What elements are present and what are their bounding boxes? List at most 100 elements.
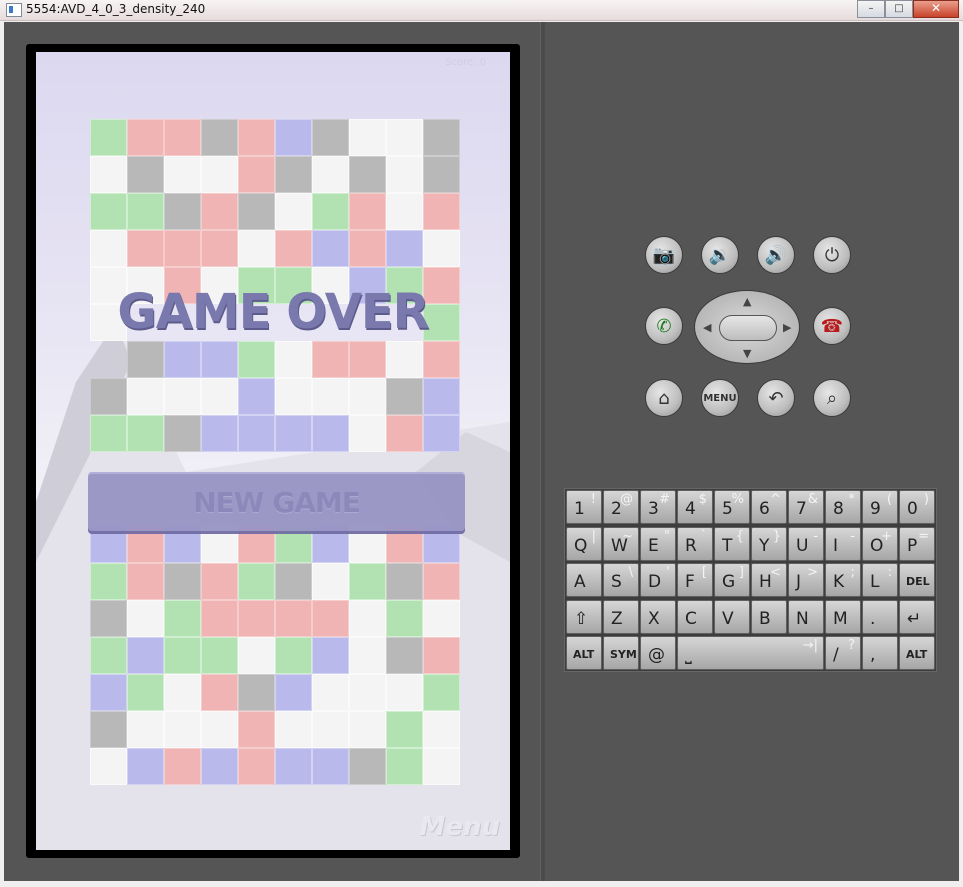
key-space[interactable]: ⎵ →| — [677, 636, 824, 670]
key-row3-6[interactable]: J > — [788, 563, 824, 597]
tile[interactable] — [423, 230, 460, 267]
tile[interactable] — [423, 637, 460, 674]
tile[interactable] — [164, 341, 201, 378]
key-row4-7[interactable]: M — [825, 599, 861, 634]
tile[interactable] — [201, 600, 238, 637]
end-call-button[interactable]: ☎ — [813, 307, 851, 345]
tile[interactable] — [90, 748, 127, 785]
key-row4-9[interactable]: ↵ — [899, 599, 935, 634]
volume-up-button[interactable]: 🔊 — [757, 236, 795, 274]
key-row4-8[interactable]: . — [862, 599, 898, 634]
tile[interactable] — [275, 193, 312, 230]
key-row2-7[interactable]: I- — [825, 526, 861, 561]
tile[interactable] — [312, 748, 349, 785]
tile[interactable] — [164, 711, 201, 748]
dpad-left-icon[interactable]: ◀ — [703, 321, 711, 334]
tile[interactable] — [275, 600, 312, 637]
tile[interactable] — [238, 711, 275, 748]
device-screen[interactable]: Score: 0 GAME OVER NEW GAME Menu — [36, 52, 510, 850]
key-row1-3[interactable]: 4 $ — [677, 490, 713, 524]
tile[interactable] — [275, 711, 312, 748]
key-row2-4[interactable]: T{ — [714, 526, 750, 561]
tile[interactable] — [349, 711, 386, 748]
tile[interactable] — [164, 563, 201, 600]
tile[interactable] — [238, 156, 275, 193]
tile[interactable] — [349, 119, 386, 156]
tile[interactable] — [312, 378, 349, 415]
tile[interactable] — [275, 748, 312, 785]
tile[interactable] — [238, 193, 275, 230]
tile[interactable] — [275, 119, 312, 156]
tile[interactable] — [201, 637, 238, 674]
tile[interactable] — [386, 563, 423, 600]
key-row2-1[interactable]: W ~ — [603, 526, 639, 561]
tile[interactable] — [386, 711, 423, 748]
tile[interactable] — [164, 674, 201, 711]
tile[interactable] — [164, 378, 201, 415]
dpad-right-icon[interactable]: ▶ — [783, 321, 791, 334]
tile[interactable] — [349, 674, 386, 711]
key-row3-7[interactable]: K; — [825, 563, 861, 597]
key-row3-2[interactable]: D ' — [640, 563, 676, 597]
tile[interactable] — [386, 415, 423, 452]
tile[interactable] — [90, 674, 127, 711]
key-row1-1[interactable]: 2 @ — [603, 490, 639, 524]
volume-down-button[interactable]: 🔉 — [701, 236, 739, 274]
key-row2-9[interactable]: P = — [899, 526, 935, 561]
tile[interactable] — [90, 563, 127, 600]
key-row1-2[interactable]: 3 # — [640, 490, 676, 524]
tile[interactable] — [238, 230, 275, 267]
key-sym[interactable]: SYM — [603, 636, 639, 670]
tile[interactable] — [275, 341, 312, 378]
tile-grid[interactable] — [90, 119, 460, 785]
tile[interactable] — [312, 600, 349, 637]
power-button[interactable]: ⏻ — [813, 236, 851, 274]
tile[interactable] — [90, 600, 127, 637]
tile[interactable] — [127, 230, 164, 267]
key-row2-5[interactable]: Y} — [751, 526, 787, 561]
tile[interactable] — [90, 193, 127, 230]
tile[interactable] — [127, 637, 164, 674]
tile[interactable] — [275, 637, 312, 674]
tile[interactable] — [238, 415, 275, 452]
dpad[interactable]: ▲ ▼ ◀ ▶ — [694, 290, 800, 364]
search-button[interactable]: ⌕ — [813, 379, 851, 417]
key-row4-1[interactable]: Z — [603, 599, 639, 634]
menu-button[interactable]: MENU — [701, 379, 739, 417]
minimize-button[interactable]: – — [857, 0, 885, 18]
key-row3-3[interactable]: F[ — [677, 563, 713, 597]
tile[interactable] — [127, 600, 164, 637]
tile[interactable] — [164, 600, 201, 637]
key-row2-3[interactable]: R ` — [677, 526, 713, 561]
tile[interactable] — [238, 600, 275, 637]
tile[interactable] — [275, 156, 312, 193]
tile[interactable] — [201, 674, 238, 711]
tile[interactable] — [90, 711, 127, 748]
tile[interactable] — [201, 119, 238, 156]
key-row1-8[interactable]: 9( — [862, 490, 898, 524]
tile[interactable] — [423, 378, 460, 415]
key-row1-9[interactable]: 0) — [899, 490, 935, 524]
tile[interactable] — [423, 119, 460, 156]
tile[interactable] — [201, 378, 238, 415]
maximize-button[interactable]: □ — [885, 0, 913, 18]
key-alt-left[interactable]: ALT — [566, 636, 602, 670]
tile[interactable] — [201, 415, 238, 452]
tile[interactable] — [238, 119, 275, 156]
tile[interactable] — [90, 119, 127, 156]
tile[interactable] — [386, 748, 423, 785]
tile[interactable] — [127, 674, 164, 711]
tile[interactable] — [238, 637, 275, 674]
tile[interactable] — [423, 341, 460, 378]
tile[interactable] — [90, 637, 127, 674]
tile[interactable] — [312, 415, 349, 452]
key-row1-4[interactable]: 5% — [714, 490, 750, 524]
dpad-up-icon[interactable]: ▲ — [743, 295, 751, 308]
tile[interactable] — [164, 230, 201, 267]
dpad-down-icon[interactable]: ▼ — [743, 347, 751, 360]
tile[interactable] — [127, 711, 164, 748]
tile[interactable] — [423, 600, 460, 637]
tile[interactable] — [238, 748, 275, 785]
tile[interactable] — [349, 230, 386, 267]
tile[interactable] — [164, 193, 201, 230]
